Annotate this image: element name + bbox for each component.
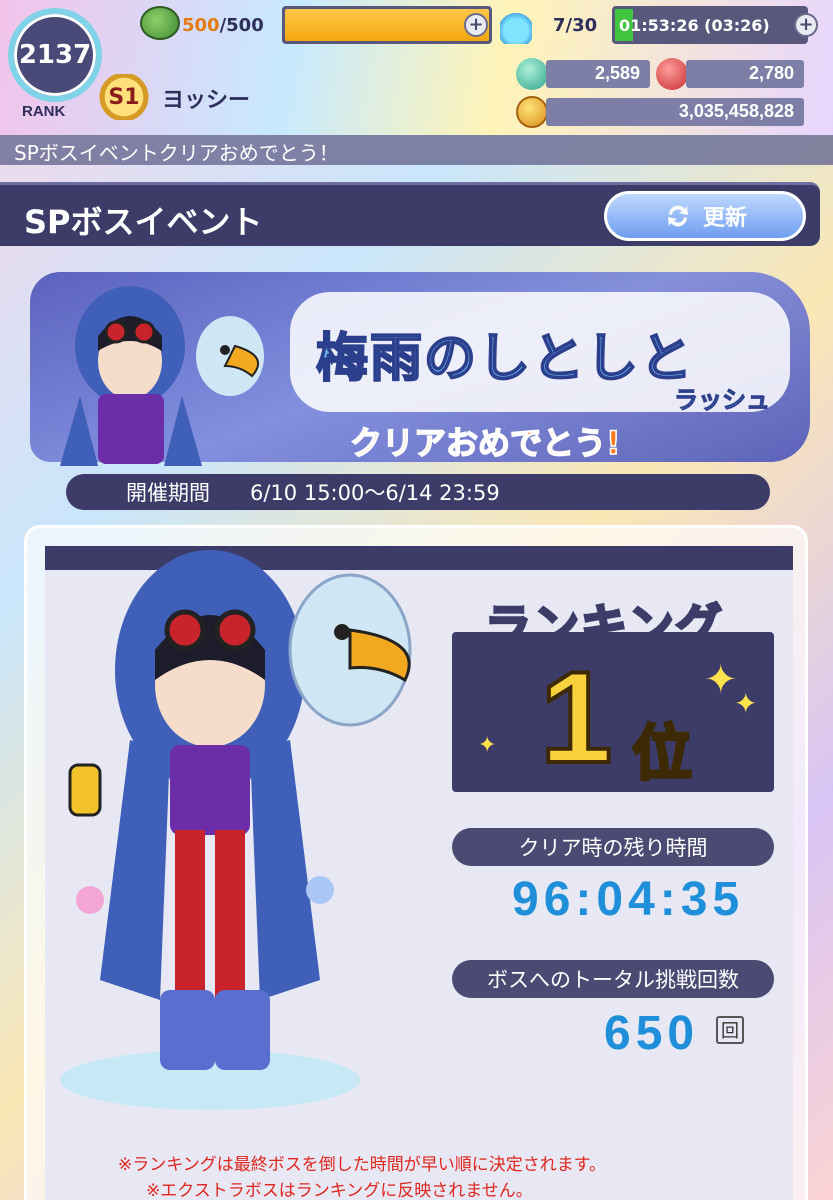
character-illustration-large xyxy=(60,550,412,1110)
sparkle-icon: ✦ xyxy=(704,657,738,703)
season-badge: S1 xyxy=(98,74,150,120)
jewel-count-value: 2,780 xyxy=(748,63,794,83)
rank-badge[interactable]: 2137 xyxy=(8,8,102,102)
potion-timer: 01:53:26 (03:26) xyxy=(612,6,808,44)
stamina-display: 500/500 xyxy=(182,15,264,36)
period-value: 6/10 15:00～6/14 23:59 xyxy=(250,481,500,505)
event-title: 梅雨のしとしと xyxy=(315,328,695,390)
total-challenges-label: ボスへのトータル挑戦回数 xyxy=(452,960,774,998)
coin-icon xyxy=(516,96,548,128)
stamina-bar xyxy=(282,6,492,44)
remaining-time-value: 96:04:35 xyxy=(512,873,745,926)
total-challenges-label-text: ボスへのトータル挑戦回数 xyxy=(487,968,739,992)
ranking-note: ※ランキングは最終ボスを倒した時間が早い順に決定されます。 xyxy=(118,1155,607,1175)
rank-value: 1 xyxy=(538,644,614,790)
coin-count-value: 3,035,458,828 xyxy=(678,101,794,121)
announcement-ticker: SPボスイベントクリアおめでとう！ xyxy=(0,135,833,165)
stamina-current: 500 xyxy=(182,15,220,36)
extra-boss-note: ※エクストラボスはランキングに反映されません。 xyxy=(146,1181,533,1200)
rank-box xyxy=(452,632,774,792)
coin-count[interactable]: 3,035,458,828 xyxy=(546,98,804,126)
gem-count[interactable]: 2,589 xyxy=(546,60,650,88)
gem-icon xyxy=(516,58,548,90)
gem-count-value: 2,589 xyxy=(594,63,640,83)
season-badge-label: S1 xyxy=(108,84,140,110)
event-subtitle: ラッシュ xyxy=(674,386,771,415)
timer-text: 01:53:26 (03:26) xyxy=(619,15,770,35)
stamina-leaf-icon xyxy=(140,6,180,40)
potion-icon xyxy=(500,6,532,44)
event-period: 開催期間 6/10 15:00～6/14 23:59 xyxy=(66,474,770,510)
stamina-bar-fill xyxy=(285,9,489,41)
username: ヨッシー xyxy=(162,88,251,113)
character-illustration-small xyxy=(60,286,264,466)
remaining-time-label: クリア時の残り時間 xyxy=(452,828,774,866)
sparkle-icon: ✦ xyxy=(478,733,497,758)
challenges-unit: 回 xyxy=(716,1016,744,1044)
add-potion-button[interactable]: + xyxy=(794,13,818,37)
page-title: SPボスイベント xyxy=(24,203,263,241)
stamina-max: /500 xyxy=(219,15,264,36)
refresh-button[interactable]: 更新 xyxy=(604,191,806,241)
jewel-icon xyxy=(656,58,688,90)
section-header: SPボスイベント 更新 xyxy=(0,182,820,246)
rank-unit: 位 xyxy=(631,718,694,791)
add-stamina-button[interactable]: + xyxy=(464,13,488,37)
challenges-unit-text: 回 xyxy=(721,1021,739,1042)
total-challenges-value: 650 xyxy=(604,1007,700,1060)
ticker-text: SPボスイベントクリアおめでとう！ xyxy=(14,141,339,165)
status-bar: 2137 RANK 500/500 + 7/30 01:53:26 (03:26… xyxy=(0,0,833,135)
refresh-label: 更新 xyxy=(702,206,747,231)
remaining-time-label-text: クリア時の残り時間 xyxy=(518,836,708,860)
rank-label: RANK xyxy=(22,103,66,120)
jewel-count[interactable]: 2,780 xyxy=(686,60,804,88)
refresh-icon xyxy=(667,205,688,227)
event-banner[interactable]: 梅雨のしとしと ラッシュ クリアおめでとう! 開催期間 6/10 15:00～6… xyxy=(0,252,833,512)
sparkle-icon: ✦ xyxy=(734,687,758,720)
clear-message: クリアおめでとう! xyxy=(349,423,621,463)
potion-count: 7/30 xyxy=(553,15,598,36)
period-label: 開催期間 xyxy=(126,481,210,505)
rank-number: 2137 xyxy=(18,40,92,70)
